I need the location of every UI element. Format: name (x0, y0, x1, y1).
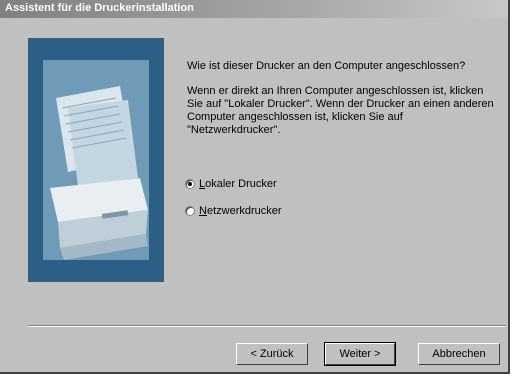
cancel-button[interactable]: Abbrechen (418, 343, 500, 365)
radio-label-network[interactable]: Netzwerkdrucker (199, 205, 282, 217)
back-button[interactable]: < Zurück (236, 343, 308, 365)
radio-checked-icon[interactable] (185, 179, 195, 189)
wizard-dialog: Assistent für die Druckerinstallation Wi… (0, 0, 510, 374)
divider (28, 325, 506, 327)
radio-network-printer[interactable]: Netzwerkdrucker (185, 204, 282, 218)
printer-illustration-icon (28, 38, 164, 282)
title-bar[interactable]: Assistent für die Druckerinstallation (0, 0, 508, 18)
radio-label-local[interactable]: Lokaler Drucker (199, 178, 277, 190)
wizard-illustration (28, 38, 164, 282)
info-text: Wenn er direkt an Ihren Computer angesch… (187, 85, 494, 136)
next-button[interactable]: Weiter > (324, 342, 396, 366)
window-title: Assistent für die Druckerinstallation (5, 2, 194, 14)
radio-local-printer[interactable]: Lokaler Drucker (185, 177, 277, 191)
radio-unchecked-icon[interactable] (185, 206, 195, 216)
question-text: Wie ist dieser Drucker an den Computer a… (187, 60, 466, 72)
